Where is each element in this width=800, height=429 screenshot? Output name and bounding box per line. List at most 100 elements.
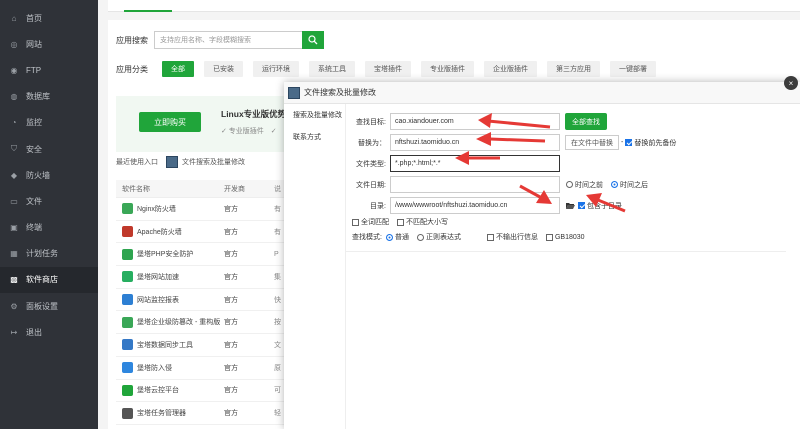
backup-option[interactable]: 替换前先备份 xyxy=(625,138,676,148)
software-name: 堡塔云控平台 xyxy=(137,387,179,395)
file-date-input[interactable] xyxy=(390,176,560,193)
sidebar-item-9[interactable]: ▦ 计划任务 xyxy=(0,241,98,267)
category-0[interactable]: 全部 xyxy=(162,61,194,77)
search-mode-label: 查找模式: xyxy=(352,234,382,241)
mode-normal-option[interactable]: 普通 xyxy=(385,232,409,242)
date-before-option[interactable]: 时间之前 xyxy=(566,180,603,190)
software-name: 网站监控报表 xyxy=(137,296,179,304)
sidebar-item-7[interactable]: ▭ 文件 xyxy=(0,188,98,214)
whole-word-option[interactable]: 全词匹配 xyxy=(352,217,389,227)
gb18030-checkbox[interactable] xyxy=(545,233,553,241)
replace-in-files-button[interactable]: 在文件中替换 xyxy=(565,135,619,150)
category-label: 应用分类 xyxy=(116,64,148,74)
sidebar-item-0[interactable]: ⌂ 首页 xyxy=(0,5,98,31)
software-name-cell: 堡塔企业级防篡改 - 重构版 xyxy=(116,316,220,328)
category-7[interactable]: 第三方应用 xyxy=(547,61,600,77)
case-checkbox[interactable] xyxy=(397,218,404,226)
gear-icon: ⚙ xyxy=(10,301,18,311)
mode-regex-radio[interactable] xyxy=(416,233,424,241)
shield-icon: ⛉ xyxy=(11,144,17,154)
date-before-radio[interactable] xyxy=(566,181,573,188)
category-4[interactable]: 宝塔插件 xyxy=(365,61,411,77)
search-target-input[interactable]: cao.xiandouer.com xyxy=(390,113,560,130)
sidebar-item-label: 监控 xyxy=(26,118,42,128)
sidebar-item-2[interactable]: ◉ FTP xyxy=(0,57,98,83)
no-output-option[interactable]: 不输出行信息 xyxy=(486,232,538,242)
sidebar-item-1[interactable]: ◎ 网站 xyxy=(0,31,98,57)
mode-normal-radio[interactable] xyxy=(385,233,393,241)
file-date-label: 文件日期: xyxy=(356,181,386,189)
folder-open-icon[interactable] xyxy=(566,202,575,210)
category-3[interactable]: 系统工具 xyxy=(309,61,355,77)
software-name: 宝塔任务管理器 xyxy=(137,410,186,418)
store-search-input[interactable]: 支持应用名称、字段模糊搜索 xyxy=(154,31,302,49)
developer-cell: 官方 xyxy=(224,319,238,327)
case-option[interactable]: 不匹配大小写 xyxy=(397,217,448,227)
active-tab-indicator[interactable] xyxy=(124,0,172,12)
sidebar-item-3[interactable]: ◍ 数据库 xyxy=(0,84,98,110)
sidebar-item-label: 软件商店 xyxy=(26,275,58,285)
replace-row: 替换为： nftshuzi.taomiduo.cn 在文件中替换 - 替换前先备… xyxy=(346,134,684,151)
whole-word-checkbox[interactable] xyxy=(352,218,359,226)
sidebar-item-10[interactable]: ▩ 软件商店 xyxy=(0,266,98,294)
recent-entry-row: 最近使用入口 文件搜索及批量修改 xyxy=(116,156,245,168)
software-name: 宝塔数据同步工具 xyxy=(137,341,193,349)
software-icon xyxy=(122,226,133,238)
sidebar-item-label: 终端 xyxy=(26,223,42,233)
sidebar-item-label: FTP xyxy=(26,65,42,75)
category-6[interactable]: 企业版插件 xyxy=(484,61,537,77)
file-type-input[interactable]: *.php;*.html;*.* xyxy=(390,155,560,172)
search-mode-row: 查找模式: 普通 正则表达式 不输出行信息 GB18030 xyxy=(352,232,593,242)
include-subdir-option[interactable]: 包含子目录 xyxy=(578,201,622,211)
sidebar-item-11[interactable]: ⚙ 面板设置 xyxy=(0,293,98,319)
category-5[interactable]: 专业版插件 xyxy=(421,61,474,77)
search-all-button[interactable]: 全部查找 xyxy=(565,113,607,130)
divider xyxy=(346,251,786,252)
replace-label: 替换为： xyxy=(358,139,386,147)
replace-input[interactable]: nftshuzi.taomiduo.cn xyxy=(390,134,560,151)
software-icon xyxy=(122,294,133,306)
no-output-checkbox[interactable] xyxy=(486,233,494,241)
store-search-button[interactable] xyxy=(302,31,324,49)
category-1[interactable]: 已安装 xyxy=(204,61,243,77)
software-name-cell: 网站监控报表 xyxy=(116,294,220,306)
match-options-row: 全词匹配 不匹配大小写 xyxy=(352,217,456,227)
terminal-icon: ▣ xyxy=(10,223,18,233)
search-label: 应用搜索 xyxy=(116,35,148,45)
software-name-cell: 堡塔云控平台 xyxy=(116,384,220,396)
calendar-icon: ▦ xyxy=(10,249,18,259)
software-name: 堡塔企业级防篡改 - 重构版 xyxy=(137,319,220,327)
tab-contact[interactable]: 联系方式 xyxy=(284,126,345,148)
developer-cell: 官方 xyxy=(224,273,238,281)
buy-now-button[interactable]: 立即购买 xyxy=(139,112,201,132)
sidebar-item-label: 防火墙 xyxy=(26,170,50,180)
directory-input[interactable]: /www/wwwroot/nftshuzi.taomiduo.cn xyxy=(390,197,560,214)
sidebar-item-6[interactable]: ◆ 防火墙 xyxy=(0,162,98,188)
include-subdir-checkbox[interactable] xyxy=(578,202,585,209)
promo-title: Linux专业版优势 xyxy=(221,109,287,119)
gb18030-option[interactable]: GB18030 xyxy=(545,233,585,241)
mode-regex-option[interactable]: 正则表达式 xyxy=(416,232,461,242)
include-subdir-label: 包含子目录 xyxy=(587,202,622,210)
case-label: 不匹配大小写 xyxy=(406,219,448,226)
category-8[interactable]: 一键部署 xyxy=(610,61,656,77)
tab-search-replace[interactable]: 搜索及批量修改 xyxy=(284,104,345,126)
category-2[interactable]: 运行环境 xyxy=(253,61,299,77)
sidebar-item-8[interactable]: ▣ 终端 xyxy=(0,215,98,241)
file-date-row: 文件日期: 时间之前 时间之后 xyxy=(346,176,656,193)
sidebar: ⌂ 首页 ◎ 网站 ◉ FTP ◍ 数据库 ◔ 监控 ⛉ 安全 ◆ 防火墙 ▭ 文件 ▣ 终端 ▦ 计划任务 ▩ 软件商店… xyxy=(0,0,98,429)
sidebar-item-5[interactable]: ⛉ 安全 xyxy=(0,136,98,162)
close-icon[interactable]: × xyxy=(784,76,798,90)
search-target-label: 查找目标: xyxy=(356,118,386,126)
recent-app-link[interactable]: 文件搜索及批量修改 xyxy=(182,157,245,167)
sidebar-item-4[interactable]: ◔ 监控 xyxy=(0,110,98,136)
mode-regex-label: 正则表达式 xyxy=(425,234,461,241)
sidebar-item-12[interactable]: ↦ 退出 xyxy=(0,319,98,345)
database-icon: ◍ xyxy=(10,92,18,102)
date-after-radio[interactable] xyxy=(611,181,618,188)
date-before-label: 时间之前 xyxy=(575,181,603,189)
backup-checkbox[interactable] xyxy=(625,139,633,146)
date-after-option[interactable]: 时间之后 xyxy=(611,180,648,190)
grid-icon: ▩ xyxy=(10,275,18,285)
software-icon xyxy=(122,407,133,419)
